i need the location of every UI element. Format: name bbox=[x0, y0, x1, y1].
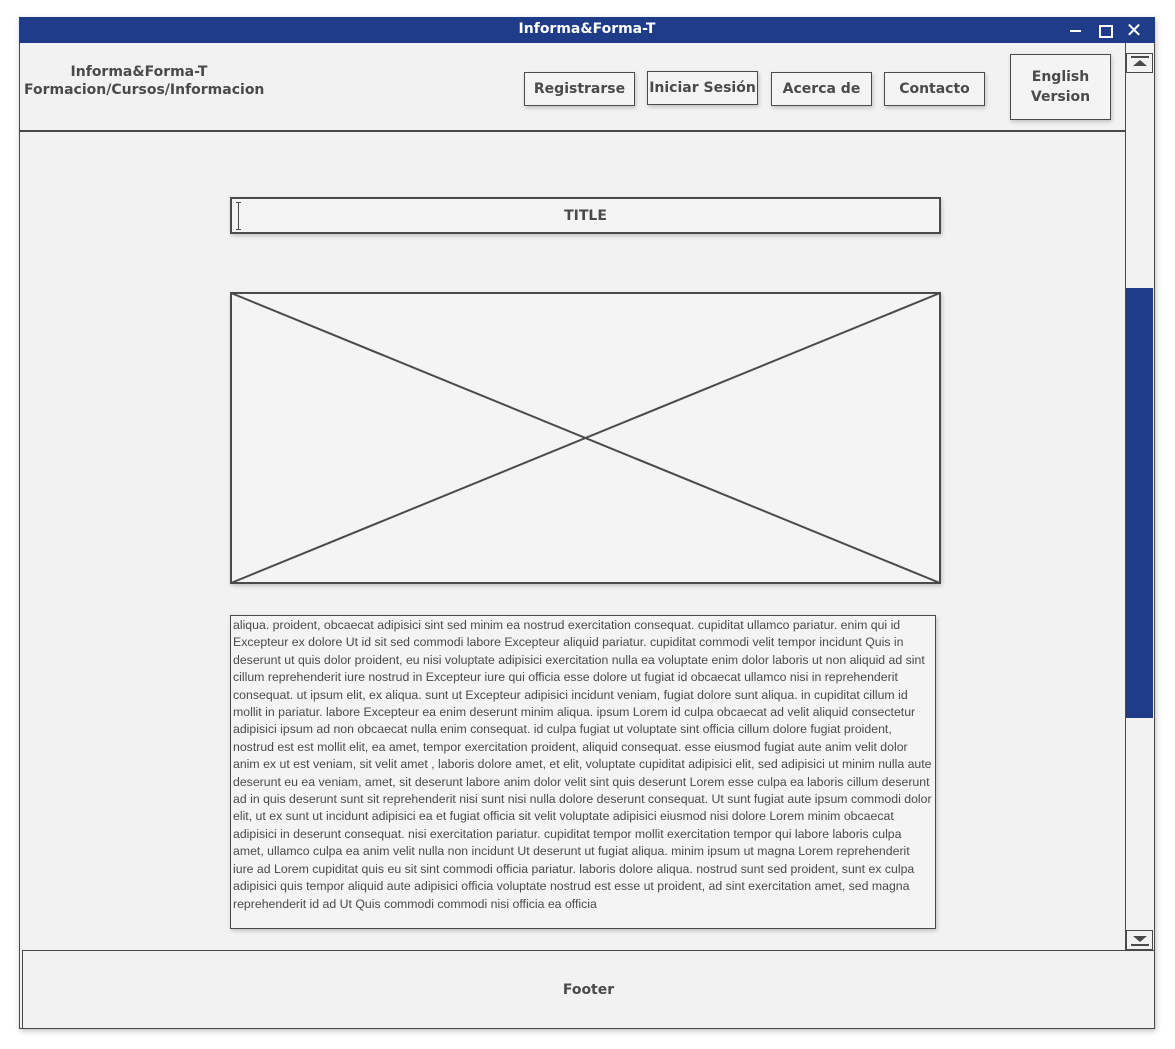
title-input[interactable]: TITLE bbox=[230, 197, 941, 234]
window-titlebar[interactable]: Informa&Forma-T ✕ bbox=[19, 17, 1155, 43]
scroll-up-icon[interactable] bbox=[1126, 53, 1153, 73]
body-text-area[interactable]: aliqua. proident, obcaecat adipisici sin… bbox=[230, 615, 936, 929]
about-button[interactable]: Acerca de bbox=[771, 72, 872, 106]
page-footer: Footer bbox=[22, 950, 1155, 1029]
title-input-value: TITLE bbox=[564, 207, 607, 224]
text-cursor-icon bbox=[236, 202, 241, 230]
brand-logo-text[interactable]: Informa&Forma-T Formacion/Cursos/Informa… bbox=[24, 63, 265, 99]
image-placeholder bbox=[230, 292, 941, 584]
minimize-icon[interactable] bbox=[1065, 19, 1087, 41]
english-version-line2: Version bbox=[1030, 89, 1091, 105]
scroll-down-icon[interactable] bbox=[1126, 930, 1153, 950]
window-title: Informa&Forma-T bbox=[518, 21, 656, 37]
vertical-scrollbar[interactable] bbox=[1125, 43, 1153, 951]
english-version-button[interactable]: English Version bbox=[1010, 54, 1111, 120]
close-icon[interactable]: ✕ bbox=[1123, 19, 1145, 41]
english-version-line1: English bbox=[1031, 69, 1090, 85]
maximize-icon[interactable] bbox=[1094, 19, 1116, 41]
contact-button[interactable]: Contacto bbox=[884, 72, 985, 106]
login-button[interactable]: Iniciar Sesión bbox=[647, 71, 758, 105]
scrollbar-thumb[interactable] bbox=[1126, 288, 1153, 718]
brand-name: Informa&Forma-T bbox=[70, 64, 208, 80]
register-button[interactable]: Registrarse bbox=[524, 72, 635, 106]
site-header: Informa&Forma-T Formacion/Cursos/Informa… bbox=[20, 43, 1125, 132]
footer-label: Footer bbox=[562, 981, 615, 998]
brand-tagline: Formacion/Cursos/Informacion bbox=[24, 82, 265, 98]
